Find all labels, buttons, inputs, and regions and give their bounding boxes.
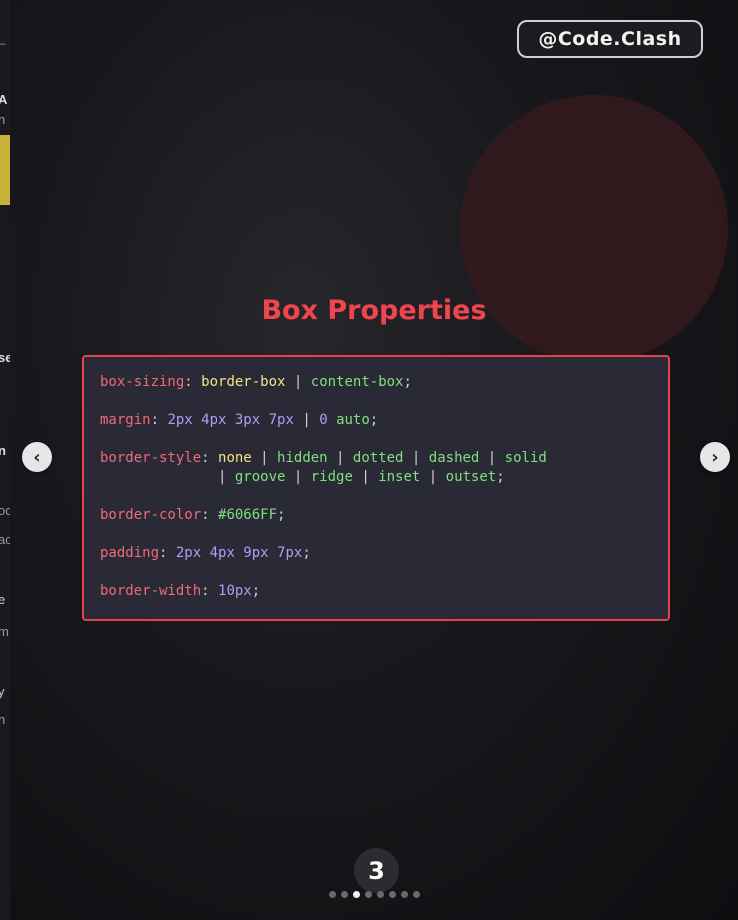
pagination-dot[interactable] [365, 891, 372, 898]
code-line-border-style-cont: | groove | ridge | inset | outset; [100, 469, 505, 485]
code-line-border-style: border-style: none | hidden | dotted | d… [100, 450, 547, 466]
chevron-right-icon: › [711, 446, 719, 468]
strip-fragment: m [0, 624, 9, 639]
strip-fragment: n [0, 443, 6, 458]
pagination-dot[interactable] [353, 891, 360, 898]
code-block: box-sizing: border-box | content-box; ma… [82, 355, 670, 621]
next-slide-button[interactable]: › [700, 442, 730, 472]
strip-fragment: n [0, 112, 6, 127]
page-number-badge: 3 [354, 848, 399, 893]
pagination-dot[interactable] [377, 891, 384, 898]
strip-fragment: y [0, 684, 5, 699]
code-line-border-color: border-color: #6066FF; [100, 507, 286, 523]
code-line-box-sizing: box-sizing: border-box | content-box; [100, 374, 412, 390]
chevron-left-icon: ‹ [33, 446, 41, 468]
strip-fragment: se [0, 350, 10, 365]
strip-fragment: _ [0, 30, 5, 45]
code-line-border-width: border-width: 10px; [100, 583, 261, 599]
background-page-strip: _ A n se n oc ac e m y n [0, 0, 10, 920]
pagination-dot[interactable] [341, 891, 348, 898]
pagination-dots [329, 891, 420, 899]
pagination-dot[interactable] [401, 891, 408, 898]
slide-title: Box Properties [261, 295, 487, 326]
strip-fragment: A [0, 92, 8, 107]
strip-fragment: oc [0, 503, 10, 518]
handle-badge: @Code.Clash [517, 20, 703, 58]
pagination-dot[interactable] [413, 891, 420, 898]
strip-fragment: ac [0, 532, 10, 547]
pagination-dot[interactable] [329, 891, 336, 898]
code-line-padding: padding: 2px 4px 9px 7px; [100, 545, 311, 561]
strip-thumbnail [0, 135, 10, 205]
carousel-slide: @Code.Clash Box Properties box-sizing: b… [10, 0, 738, 920]
code-line-margin: margin: 2px 4px 3px 7px | 0 auto; [100, 412, 379, 428]
strip-fragment: e [0, 592, 6, 607]
previous-slide-button[interactable]: ‹ [22, 442, 52, 472]
strip-fragment: n [0, 712, 6, 727]
pagination-dot[interactable] [389, 891, 396, 898]
